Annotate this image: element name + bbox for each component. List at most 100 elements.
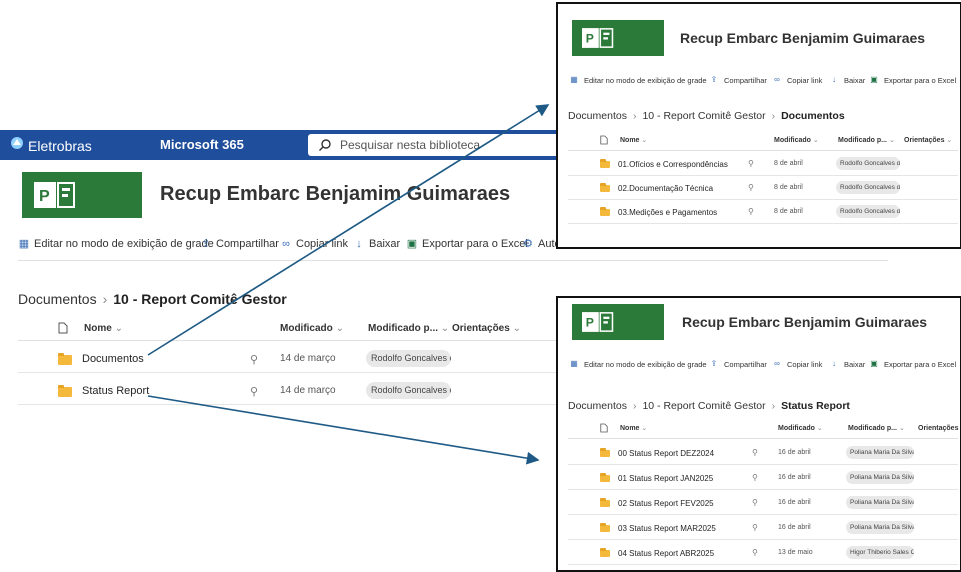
- grid-icon: ▦: [570, 359, 578, 368]
- folder-name[interactable]: 00 Status Report DEZ2024: [618, 449, 714, 458]
- modified-by-pill[interactable]: Rodolfo Goncalves dc: [836, 205, 900, 218]
- arrow-to-documentos: [147, 104, 550, 356]
- folder-icon: [600, 159, 610, 168]
- project-logo: P: [572, 20, 664, 56]
- modified-date: 16 de abril: [778, 449, 811, 456]
- download-icon: ↓: [832, 359, 836, 368]
- modified-by-pill[interactable]: Higor Thiberio Sales C: [846, 546, 914, 559]
- column-name[interactable]: Nome ⌄: [620, 136, 647, 144]
- folder-icon: [600, 548, 610, 557]
- folder-icon: [600, 448, 610, 457]
- column-modified-by[interactable]: Modificado p... ⌄: [838, 136, 895, 144]
- folder-icon: [600, 183, 610, 192]
- pin-icon[interactable]: ⚲: [752, 498, 758, 507]
- share-button[interactable]: ⇪ Compartilhar: [708, 74, 767, 86]
- edit-grid-button[interactable]: ▦ Editar no modo de exibição de grade: [568, 358, 706, 370]
- excel-icon: ▣: [870, 359, 878, 368]
- download-button[interactable]: ↓ Baixar: [828, 358, 865, 370]
- file-type-icon: [600, 135, 608, 145]
- list-header: Nome ⌄ Modificado ⌄ Modificado p... ⌄ Or…: [568, 420, 958, 439]
- table-row[interactable]: 00 Status Report DEZ2024 ⚲ 16 de abril P…: [568, 442, 958, 465]
- modified-by-pill[interactable]: Rodolfo Goncalves dc: [836, 157, 900, 170]
- folder-name[interactable]: 02 Status Report FEV2025: [618, 499, 714, 508]
- inset-documentos: P Recup Embarc Benjamim Guimaraes ▦ Edita…: [556, 2, 961, 249]
- modified-by-pill[interactable]: Poliana Maria Da Silva: [846, 446, 914, 459]
- site-title[interactable]: Recup Embarc Benjamim Guimaraes: [680, 30, 925, 46]
- pin-icon[interactable]: ⚲: [748, 183, 754, 192]
- inset-status-report: P Recup Embarc Benjamim Guimaraes ▦ Edita…: [556, 296, 961, 572]
- modified-date: 16 de abril: [778, 474, 811, 481]
- copy-link-button[interactable]: ∞ Copiar link: [771, 74, 822, 86]
- table-row[interactable]: 03.Medições e Pagamentos ⚲ 8 de abril Ro…: [568, 201, 958, 224]
- export-excel-button[interactable]: ▣ Exportar para o Excel: [868, 358, 956, 370]
- breadcrumb-middle[interactable]: 10 - Report Comitê Gestor: [642, 110, 765, 122]
- folder-name[interactable]: 03.Medições e Pagamentos: [618, 208, 717, 217]
- site-title[interactable]: Recup Embarc Benjamim Guimaraes: [682, 314, 927, 330]
- share-icon: ⇪: [710, 359, 718, 368]
- table-row[interactable]: 01.Ofícios e Correspondências ⚲ 8 de abr…: [568, 153, 958, 176]
- modified-date: 16 de abril: [778, 524, 811, 531]
- export-excel-button[interactable]: ▣ Exportar para o Excel: [868, 74, 956, 86]
- pin-icon[interactable]: ⚲: [748, 159, 754, 168]
- folder-icon: [600, 498, 610, 507]
- breadcrumb-middle[interactable]: 10 - Report Comitê Gestor: [642, 400, 765, 412]
- edit-grid-button[interactable]: ▦ Editar no modo de exibição de grade: [568, 74, 706, 86]
- column-orientation[interactable]: Orientações ⌄: [918, 424, 960, 432]
- column-modified[interactable]: Modificado ⌄: [778, 424, 823, 432]
- table-row[interactable]: 04 Status Report ABR2025 ⚲ 13 de maio Hi…: [568, 542, 958, 565]
- breadcrumb-separator: ›: [632, 110, 637, 122]
- modified-by-pill[interactable]: Poliana Maria Da Silva: [846, 471, 914, 484]
- link-icon: ∞: [774, 75, 780, 84]
- folder-name[interactable]: 03 Status Report MAR2025: [618, 524, 716, 533]
- folder-icon: [600, 473, 610, 482]
- modified-by-pill[interactable]: Poliana Maria Da Silva: [846, 496, 914, 509]
- pin-icon[interactable]: ⚲: [752, 448, 758, 457]
- table-row[interactable]: 03 Status Report MAR2025 ⚲ 16 de abril P…: [568, 517, 958, 540]
- ms-project-icon: P: [582, 28, 614, 48]
- table-row[interactable]: 02.Documentação Técnica ⚲ 8 de abril Rod…: [568, 177, 958, 200]
- pin-icon[interactable]: ⚲: [752, 473, 758, 482]
- copy-link-button[interactable]: ∞ Copiar link: [771, 358, 822, 370]
- file-type-icon: [600, 423, 608, 433]
- modified-date: 8 de abril: [774, 160, 803, 167]
- folder-name[interactable]: 01 Status Report JAN2025: [618, 474, 713, 483]
- breadcrumb: Documentos › 10 - Report Comitê Gestor › Sta…: [568, 400, 850, 412]
- column-modified[interactable]: Modificado ⌄: [774, 136, 819, 144]
- column-modified-by[interactable]: Modificado p... ⌄: [848, 424, 905, 432]
- modified-date: 13 de maio: [778, 549, 813, 556]
- modified-date: 16 de abril: [778, 499, 811, 506]
- svg-text:P: P: [586, 32, 594, 46]
- modified-by-pill[interactable]: Poliana Maria Da Silva: [846, 521, 914, 534]
- excel-icon: ▣: [870, 75, 878, 84]
- command-bar: ▦ Editar no modo de exibição de grade ⇪ Co…: [568, 358, 958, 370]
- table-row[interactable]: 01 Status Report JAN2025 ⚲ 16 de abril P…: [568, 467, 958, 490]
- breadcrumb: Documentos › 10 - Report Comitê Gestor › Doc…: [568, 110, 845, 122]
- download-button[interactable]: ↓ Baixar: [828, 74, 865, 86]
- folder-name[interactable]: 02.Documentação Técnica: [618, 184, 713, 193]
- breadcrumb-root[interactable]: Documentos: [568, 400, 627, 412]
- folder-name[interactable]: 01.Ofícios e Correspondências: [618, 160, 728, 169]
- table-row[interactable]: 02 Status Report FEV2025 ⚲ 16 de abril P…: [568, 492, 958, 515]
- pin-icon[interactable]: ⚲: [752, 523, 758, 532]
- folder-icon: [600, 523, 610, 532]
- share-button[interactable]: ⇪ Compartilhar: [708, 358, 767, 370]
- pin-icon[interactable]: ⚲: [748, 207, 754, 216]
- breadcrumb-root[interactable]: Documentos: [568, 110, 627, 122]
- svg-text:P: P: [586, 316, 594, 330]
- breadcrumb-separator: ›: [771, 110, 776, 122]
- folder-icon: [600, 207, 610, 216]
- command-bar: ▦ Editar no modo de exibição de grade ⇪ Co…: [568, 74, 958, 86]
- breadcrumb-current: Status Report: [781, 400, 850, 412]
- arrow-to-status-report: [147, 395, 540, 465]
- column-orientation[interactable]: Orientações ⌄: [904, 136, 952, 144]
- list-header: Nome ⌄ Modificado ⌄ Modificado p... ⌄ Or…: [568, 132, 958, 151]
- column-name[interactable]: Nome ⌄: [620, 424, 647, 432]
- ms-project-icon: P: [582, 312, 614, 332]
- link-icon: ∞: [774, 359, 780, 368]
- breadcrumb-separator: ›: [771, 400, 776, 412]
- breadcrumb-current: Documentos: [781, 110, 845, 122]
- download-icon: ↓: [832, 75, 836, 84]
- folder-name[interactable]: 04 Status Report ABR2025: [618, 549, 714, 558]
- modified-by-pill[interactable]: Rodolfo Goncalves dc: [836, 181, 900, 194]
- pin-icon[interactable]: ⚲: [752, 548, 758, 557]
